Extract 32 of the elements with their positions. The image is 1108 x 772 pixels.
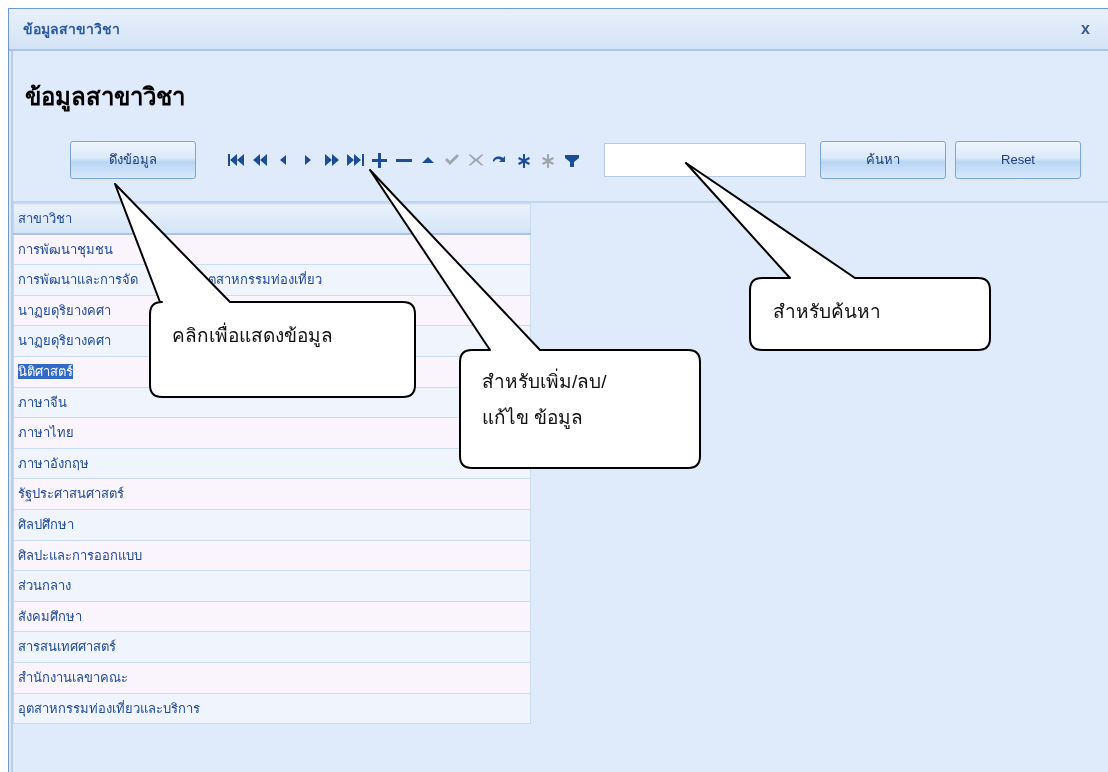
load-data-button[interactable]: ดึงข้อมูล	[70, 141, 196, 179]
table-cell-text[interactable]: อุตสาหกรรมท่องเที่ยวและบริการ	[18, 700, 200, 716]
window-title: ข้อมูลสาขาวิชา	[23, 19, 120, 40]
search-button[interactable]: ค้นหา	[820, 141, 946, 179]
table-cell-text[interactable]: นาฏยดุริยางคศา	[18, 333, 111, 349]
column-header[interactable]: สาขาวิชา	[13, 203, 531, 235]
table-cell-text[interactable]: การพัฒนาและการจัด	[18, 272, 138, 288]
first-record-icon[interactable]	[226, 152, 246, 168]
callout-text: คลิกเพื่อแสดงข้อมูล	[172, 318, 402, 355]
table-cell-text[interactable]: นิติศาสตร์	[18, 364, 73, 379]
table-cell-text[interactable]: ภาษาจีน	[18, 394, 67, 410]
filter-icon[interactable]	[562, 152, 582, 168]
table-cell-text[interactable]: ศิลปศึกษา	[18, 517, 74, 532]
table-cell-text[interactable]: นาฏยดุริยางคศา	[18, 302, 111, 318]
callout-text: สำหรับเพิ่ม/ลบ/แก้ไข ข้อมูล	[482, 364, 642, 437]
callout-text: สำหรับค้นหา	[773, 300, 882, 324]
table-cell-text[interactable]: ส่วนกลาง	[18, 578, 71, 594]
reset-button[interactable]: Reset	[955, 141, 1081, 179]
last-record-icon[interactable]	[346, 152, 366, 168]
table-cell-text[interactable]: สำนักงานเลขาคณะ	[18, 669, 128, 685]
table-cell-text[interactable]: การพัฒนาชุมชน	[18, 241, 113, 257]
table-cell-text[interactable]: ตสาหกรรมท่องเที่ยว	[208, 272, 322, 288]
table-cell-text[interactable]: ภาษาอังกฤษ	[18, 455, 89, 471]
table-cell-text[interactable]: สารสนเทศศาสตร์	[18, 639, 116, 655]
table-cell-text[interactable]: ภาษาไทย	[18, 425, 74, 441]
plus-icon[interactable]	[370, 152, 390, 168]
table-cell-text[interactable]: ศิลปะและการออกแบบ	[18, 547, 142, 563]
page-heading: ข้อมูลสาขาวิชา	[25, 83, 185, 110]
close-button[interactable]: x	[1077, 17, 1094, 41]
table-cell-text[interactable]: รัฐประศาสนศาสตร์	[18, 486, 124, 502]
search-field[interactable]	[604, 143, 806, 177]
table-cell-text[interactable]: สังคมศึกษา	[18, 608, 82, 624]
